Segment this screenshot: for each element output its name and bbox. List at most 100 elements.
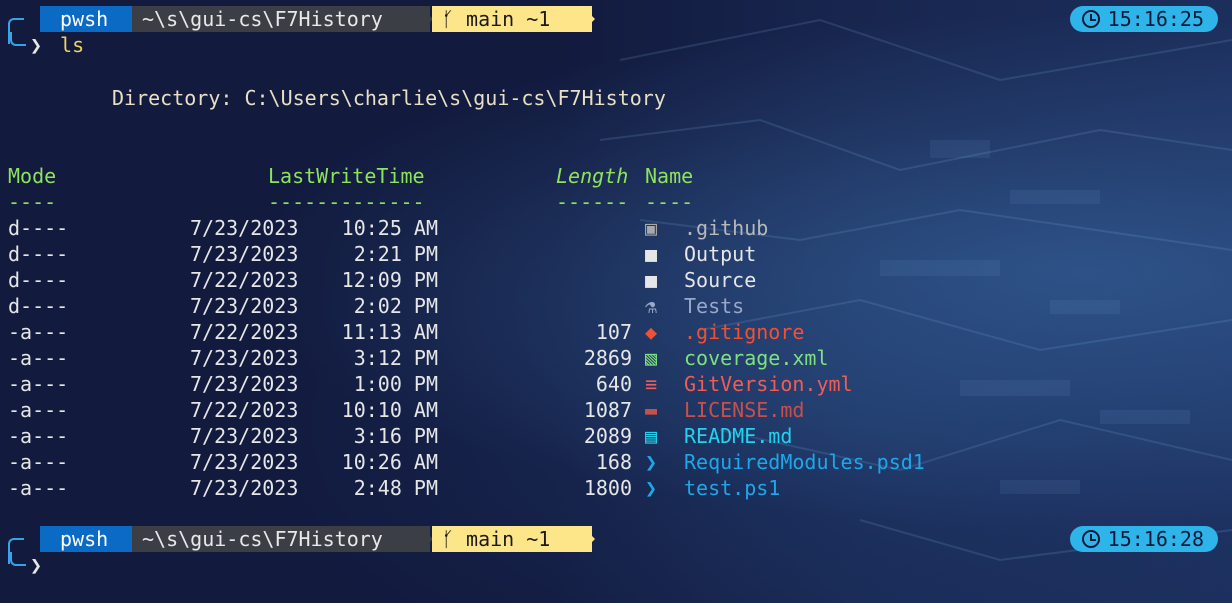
command-line-1: ❯ ls — [10, 32, 84, 58]
git-segment: ᚶ main ~1 — [432, 526, 592, 552]
prompt-time: 15:16:25 — [1107, 7, 1204, 31]
time-pill: 15:16:25 — [1069, 6, 1218, 32]
row-length: 107 — [595, 320, 632, 344]
rule-lastwritetime: ------------- — [268, 190, 425, 214]
row-length: 2869 — [583, 346, 632, 370]
prompt-time: 15:16:28 — [1107, 527, 1204, 551]
git-status: main ~1 — [466, 7, 551, 31]
git-icon: ◆ — [645, 320, 658, 344]
row-time: 10:25 AM — [341, 216, 438, 240]
terminal-window[interactable]: pwsh ~\s\gui-cs\F7History ᚶ main ~1 15:1… — [0, 0, 1232, 603]
git-status: main ~1 — [466, 527, 551, 551]
segment-separator — [582, 526, 595, 552]
row-mode: d---- — [8, 294, 69, 318]
prompt-line-1: pwsh ~\s\gui-cs\F7History ᚶ main ~1 15:1… — [0, 0, 1232, 44]
branch-icon: ᚶ — [442, 7, 454, 31]
prompt-connector-end — [10, 552, 26, 566]
row-date: 7/23/2023 — [190, 242, 299, 266]
markdown-icon: ▬ — [645, 398, 658, 422]
row-name: GitVersion.yml — [684, 372, 853, 396]
row-name: coverage.xml — [684, 346, 829, 370]
row-name: .github — [684, 216, 769, 240]
header-mode: Mode — [8, 164, 57, 188]
rule-name: ---- — [645, 190, 694, 214]
row-date: 7/23/2023 — [190, 476, 299, 500]
prompt-chevron: ❯ — [30, 33, 43, 57]
path-segment: ~\s\gui-cs\F7History — [132, 526, 430, 552]
command-line-2[interactable]: ❯ — [10, 552, 42, 578]
prompt-connector-end — [10, 32, 26, 46]
row-mode: -a--- — [8, 424, 69, 448]
row-length: 640 — [595, 372, 632, 396]
row-length: 168 — [595, 450, 632, 474]
path-segment: ~\s\gui-cs\F7History — [132, 6, 430, 32]
clock-icon — [1081, 530, 1100, 548]
row-date: 7/22/2023 — [190, 268, 299, 292]
header-lastwritetime: LastWriteTime — [268, 164, 425, 188]
folder-icon: ■ — [645, 242, 658, 266]
row-mode: -a--- — [8, 320, 69, 344]
row-length — [556, 215, 632, 241]
row-date: 7/23/2023 — [190, 346, 299, 370]
current-path: ~\s\gui-cs\F7History — [142, 527, 383, 551]
row-date: 7/23/2023 — [190, 372, 299, 396]
row-length: 2089 — [583, 424, 632, 448]
prompt-line-2: pwsh ~\s\gui-cs\F7History ᚶ main ~1 15:1… — [0, 520, 1232, 564]
row-time: 2:48 PM — [353, 476, 438, 500]
row-date: 7/22/2023 — [190, 398, 299, 422]
row-time: 1:00 PM — [353, 372, 438, 396]
clock-icon — [1081, 10, 1100, 28]
branch-icon: ᚶ — [442, 527, 454, 551]
flask-icon: ⚗ — [645, 294, 658, 318]
row-length — [556, 267, 632, 293]
powershell-icon: ❯ — [645, 476, 658, 500]
current-path: ~\s\gui-cs\F7History — [142, 7, 383, 31]
header-name: Name — [645, 164, 694, 188]
row-time: 10:10 AM — [341, 398, 438, 422]
row-length: 1800 — [583, 476, 632, 500]
header-length: Length — [556, 164, 629, 188]
row-name: LICENSE.md — [684, 398, 805, 422]
segment-separator — [582, 6, 595, 32]
row-length — [556, 241, 632, 267]
row-name: Output — [684, 242, 757, 266]
powershell-icon: ❯ — [645, 450, 658, 474]
yaml-file-icon: ≡ — [645, 372, 658, 396]
row-date: 7/23/2023 — [190, 450, 299, 474]
row-name: Tests — [684, 294, 745, 318]
row-name: RequiredModules.psd1 — [684, 450, 925, 474]
row-name: README.md — [684, 424, 793, 448]
readme-icon: ▤ — [645, 424, 658, 448]
row-date: 7/23/2023 — [190, 424, 299, 448]
row-date: 7/23/2023 — [190, 216, 299, 240]
row-date: 7/22/2023 — [190, 320, 299, 344]
directory-label: Directory: C:\Users\charlie\s\gui-cs\F7H… — [112, 86, 666, 110]
row-mode: d---- — [8, 242, 69, 266]
row-time: 3:12 PM — [353, 346, 438, 370]
row-mode: -a--- — [8, 450, 69, 474]
rule-length: ------ — [556, 190, 629, 214]
prompt-chevron: ❯ — [30, 553, 43, 577]
rule-mode: ---- — [8, 190, 57, 214]
shell-name: pwsh — [60, 7, 109, 31]
row-length — [556, 293, 632, 319]
row-time: 3:16 PM — [353, 424, 438, 448]
row-time: 10:26 AM — [341, 450, 438, 474]
row-mode: -a--- — [8, 346, 69, 370]
folder-icon: ■ — [645, 268, 658, 292]
row-mode: d---- — [8, 268, 69, 292]
row-time: 2:21 PM — [353, 242, 438, 266]
shell-name: pwsh — [60, 527, 109, 551]
row-time: 12:09 PM — [341, 268, 438, 292]
row-name: Source — [684, 268, 757, 292]
xml-file-icon: ▧ — [645, 346, 658, 370]
row-mode: -a--- — [8, 398, 69, 422]
row-time: 2:02 PM — [353, 294, 438, 318]
row-name: .gitignore — [684, 320, 805, 344]
row-mode: -a--- — [8, 476, 69, 500]
command-text: ls — [60, 33, 85, 57]
time-pill: 15:16:28 — [1069, 526, 1218, 552]
row-length: 1087 — [583, 398, 632, 422]
row-mode: d---- — [8, 216, 69, 240]
row-date: 7/23/2023 — [190, 294, 299, 318]
